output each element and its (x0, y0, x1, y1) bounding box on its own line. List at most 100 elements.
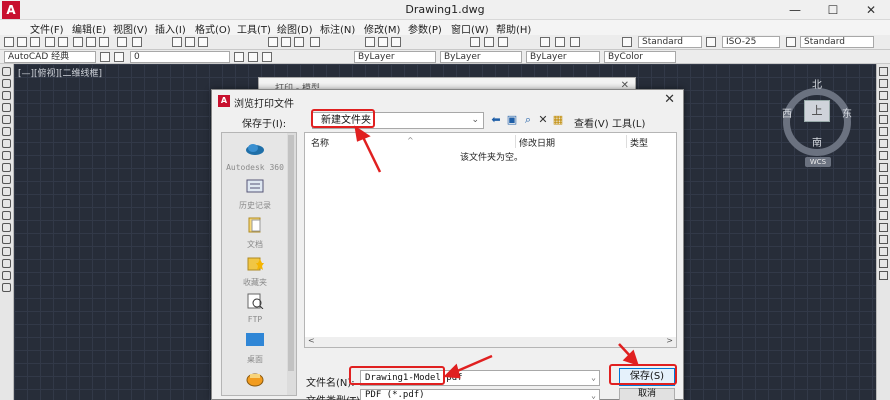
chevron-down-icon[interactable]: ⌄ (591, 371, 596, 385)
new-icon-2[interactable] (268, 37, 278, 47)
menu-dimension[interactable]: 标注(N) (320, 21, 355, 36)
close-window-button[interactable]: ✕ (852, 0, 890, 20)
chamfer-icon[interactable] (879, 223, 888, 232)
column-name[interactable]: 名称 (311, 136, 329, 149)
plot-icon-2[interactable] (310, 37, 320, 47)
scrollbar-thumb[interactable] (288, 135, 294, 371)
explode-icon[interactable] (879, 247, 888, 256)
place-buzzsaw[interactable] (222, 371, 288, 390)
trim-icon[interactable] (879, 175, 888, 184)
table-icon[interactable] (2, 271, 11, 280)
circle-icon[interactable] (2, 139, 11, 148)
cut-icon[interactable] (73, 37, 83, 47)
erase-icon[interactable] (879, 67, 888, 76)
file-list[interactable]: 名称 ^ 修改日期 类型 该文件夹为空。 < > (304, 132, 677, 348)
compass-east[interactable]: 东 (842, 105, 852, 120)
text-style-select[interactable]: Standard (638, 36, 702, 48)
zoom-icon[interactable] (484, 37, 494, 47)
column-divider[interactable] (515, 135, 516, 148)
open-icon-2[interactable] (281, 37, 291, 47)
stretch-icon[interactable] (879, 163, 888, 172)
place-documents[interactable]: 文档 (222, 217, 288, 250)
rotate-icon[interactable] (879, 139, 888, 148)
compass-west[interactable]: 西 (782, 105, 792, 120)
region-icon[interactable] (2, 259, 11, 268)
dim-style-select[interactable]: ISO-25 (722, 36, 780, 48)
insert-block-icon[interactable] (2, 199, 11, 208)
gradient-icon[interactable] (2, 247, 11, 256)
menu-file[interactable]: 文件(F) (30, 21, 64, 36)
preview-icon[interactable] (58, 37, 68, 47)
rectangle-icon[interactable] (2, 115, 11, 124)
place-history[interactable]: 历史记录 (222, 178, 288, 211)
menu-insert[interactable]: 插入(I) (155, 21, 186, 36)
cancel-button[interactable]: 取消 (619, 388, 675, 400)
plotstyle-select[interactable]: ByColor (604, 51, 676, 63)
paste-icon[interactable] (99, 37, 109, 47)
dialog-close-icon[interactable]: ✕ (664, 92, 675, 107)
viewport-controls[interactable]: [—][俯视][二维线框] (18, 66, 102, 79)
column-type[interactable]: 类型 (630, 136, 648, 149)
spline-icon[interactable] (2, 163, 11, 172)
join-icon[interactable] (879, 211, 888, 220)
up-folder-icon[interactable]: ▣ (506, 114, 518, 126)
minimize-button[interactable]: — (776, 0, 814, 20)
view-menu[interactable]: 查看(V) (574, 115, 609, 130)
save-icon-2[interactable] (294, 37, 304, 47)
redo-icon[interactable] (132, 37, 142, 47)
workspace-select[interactable]: AutoCAD 经典 (4, 51, 96, 63)
design-center-icon[interactable] (185, 37, 195, 47)
copy-icon[interactable] (86, 37, 96, 47)
break-icon[interactable] (879, 199, 888, 208)
dim-style-icon[interactable] (706, 37, 716, 47)
new-folder-icon[interactable]: ▦ (552, 114, 564, 126)
search-web-icon[interactable]: ⌕ (522, 114, 534, 126)
make-block-icon[interactable] (2, 211, 11, 220)
blend-icon[interactable] (879, 259, 888, 268)
plot-icon[interactable] (45, 37, 55, 47)
scale-icon[interactable] (879, 151, 888, 160)
layer-select[interactable]: 0 (130, 51, 230, 63)
pan-icon[interactable] (470, 37, 480, 47)
place-autodesk-360[interactable]: Autodesk 360 (222, 141, 288, 172)
hatch-icon[interactable] (2, 235, 11, 244)
copy-icon-2[interactable] (378, 37, 388, 47)
place-ftp[interactable]: FTP (222, 293, 288, 324)
calculator-icon[interactable] (570, 37, 580, 47)
menu-window[interactable]: 窗口(W) (451, 21, 489, 36)
line-icon[interactable] (2, 67, 11, 76)
move-icon[interactable] (879, 127, 888, 136)
scroll-right-icon[interactable]: > (666, 336, 673, 345)
copy-object-icon[interactable] (879, 79, 888, 88)
wcs-menu[interactable]: WCS (805, 157, 831, 167)
menu-view[interactable]: 视图(V) (113, 21, 148, 36)
extend-icon[interactable] (879, 187, 888, 196)
cut-icon-2[interactable] (365, 37, 375, 47)
menu-edit[interactable]: 编辑(E) (72, 21, 106, 36)
undo-icon[interactable] (117, 37, 127, 47)
menu-parametric[interactable]: 参数(P) (408, 21, 442, 36)
polyline-icon[interactable] (2, 91, 11, 100)
save-icon[interactable] (30, 37, 40, 47)
menu-modify[interactable]: 修改(M) (364, 21, 400, 36)
layer-state-icon[interactable] (114, 52, 124, 62)
places-scrollbar[interactable] (287, 133, 296, 395)
linetype-select[interactable]: ByLayer (440, 51, 522, 63)
menu-help[interactable]: 帮助(H) (496, 21, 531, 36)
new-icon[interactable] (4, 37, 14, 47)
array-icon[interactable] (879, 115, 888, 124)
place-favorites[interactable]: 收藏夹 (222, 255, 288, 288)
column-modified-date[interactable]: 修改日期 (519, 136, 555, 149)
table-style-select[interactable]: Standard (800, 36, 874, 48)
menu-format[interactable]: 格式(O) (195, 21, 231, 36)
layer-isolate-icon[interactable] (262, 52, 272, 62)
properties-icon[interactable] (172, 37, 182, 47)
filetype-select[interactable]: PDF (*.pdf) ⌄ (360, 389, 600, 400)
compass-north[interactable]: 北 (812, 76, 822, 91)
point-icon[interactable] (2, 223, 11, 232)
make-current-icon[interactable] (234, 52, 244, 62)
revision-cloud-icon[interactable] (2, 151, 11, 160)
offset-icon[interactable] (879, 103, 888, 112)
open-icon[interactable] (17, 37, 27, 47)
tools-menu[interactable]: 工具(L) (612, 115, 645, 130)
